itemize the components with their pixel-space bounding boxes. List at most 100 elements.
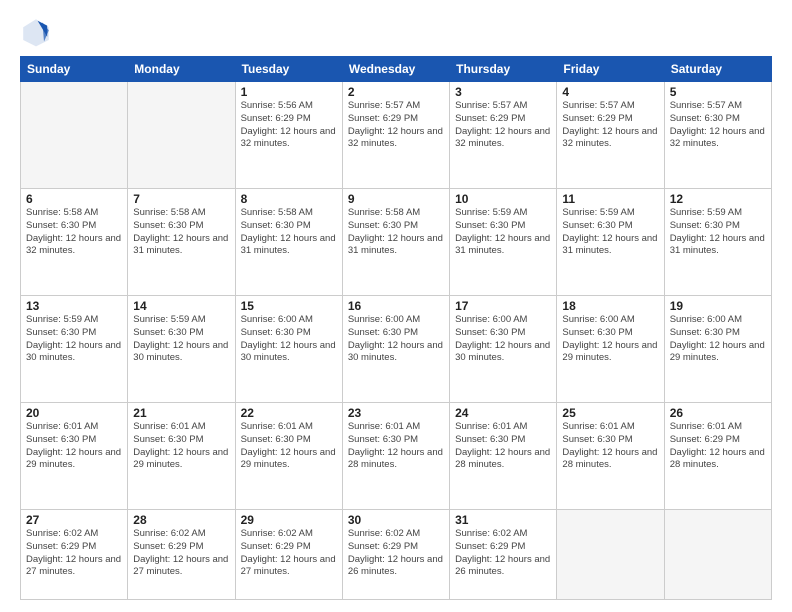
day-number: 27 (26, 513, 122, 527)
page: SundayMondayTuesdayWednesdayThursdayFrid… (0, 0, 792, 612)
calendar-cell: 1Sunrise: 5:56 AMSunset: 6:29 PMDaylight… (235, 82, 342, 189)
day-number: 9 (348, 192, 444, 206)
day-detail: Sunrise: 6:00 AMSunset: 6:30 PMDaylight:… (241, 314, 337, 365)
calendar-cell: 8Sunrise: 5:58 AMSunset: 6:30 PMDaylight… (235, 189, 342, 296)
calendar-cell: 17Sunrise: 6:00 AMSunset: 6:30 PMDayligh… (450, 296, 557, 403)
logo-icon (20, 16, 52, 48)
weekday-header-sunday: Sunday (21, 57, 128, 82)
day-number: 7 (133, 192, 229, 206)
day-detail: Sunrise: 5:57 AMSunset: 6:29 PMDaylight:… (348, 100, 444, 151)
day-number: 28 (133, 513, 229, 527)
day-number: 1 (241, 85, 337, 99)
day-number: 8 (241, 192, 337, 206)
calendar-cell: 21Sunrise: 6:01 AMSunset: 6:30 PMDayligh… (128, 403, 235, 510)
day-detail: Sunrise: 5:57 AMSunset: 6:29 PMDaylight:… (562, 100, 658, 151)
weekday-header-friday: Friday (557, 57, 664, 82)
day-number: 6 (26, 192, 122, 206)
calendar-cell: 4Sunrise: 5:57 AMSunset: 6:29 PMDaylight… (557, 82, 664, 189)
calendar-cell: 15Sunrise: 6:00 AMSunset: 6:30 PMDayligh… (235, 296, 342, 403)
calendar-cell: 25Sunrise: 6:01 AMSunset: 6:30 PMDayligh… (557, 403, 664, 510)
calendar-cell: 6Sunrise: 5:58 AMSunset: 6:30 PMDaylight… (21, 189, 128, 296)
calendar-cell: 12Sunrise: 5:59 AMSunset: 6:30 PMDayligh… (664, 189, 771, 296)
week-row-5: 27 Sunrise: 6:02 AMSunset: 6:29 PMDayligh… (21, 510, 772, 600)
week-row-4: 20Sunrise: 6:01 AMSunset: 6:30 PMDayligh… (21, 403, 772, 510)
day-detail: Sunrise: 6:00 AMSunset: 6:30 PMDaylight:… (670, 314, 766, 365)
calendar-cell: 18Sunrise: 6:00 AMSunset: 6:30 PMDayligh… (557, 296, 664, 403)
day-detail: Sunrise: 5:57 AMSunset: 6:30 PMDaylight:… (670, 100, 766, 151)
week-row-3: 13Sunrise: 5:59 AMSunset: 6:30 PMDayligh… (21, 296, 772, 403)
calendar-cell (664, 510, 771, 600)
day-detail: Sunrise: 6:01 AMSunset: 6:30 PMDaylight:… (455, 421, 551, 472)
calendar-cell: 31Sunrise: 6:02 AMSunset: 6:29 PMDayligh… (450, 510, 557, 600)
day-number: 30 (348, 513, 444, 527)
day-detail: Sunrise: 5:59 AMSunset: 6:30 PMDaylight:… (133, 314, 229, 365)
day-number: 3 (455, 85, 551, 99)
calendar-cell: 14Sunrise: 5:59 AMSunset: 6:30 PMDayligh… (128, 296, 235, 403)
calendar-cell (21, 82, 128, 189)
calendar-cell: 16Sunrise: 6:00 AMSunset: 6:30 PMDayligh… (342, 296, 449, 403)
day-detail: Sunrise: 5:59 AMSunset: 6:30 PMDaylight:… (562, 207, 658, 258)
calendar-cell: 10Sunrise: 5:59 AMSunset: 6:30 PMDayligh… (450, 189, 557, 296)
day-detail: Sunrise: 5:56 AMSunset: 6:29 PMDaylight:… (241, 100, 337, 151)
day-number: 24 (455, 406, 551, 420)
calendar-table: SundayMondayTuesdayWednesdayThursdayFrid… (20, 56, 772, 600)
calendar-cell: 22Sunrise: 6:01 AMSunset: 6:30 PMDayligh… (235, 403, 342, 510)
calendar-cell: 5Sunrise: 5:57 AMSunset: 6:30 PMDaylight… (664, 82, 771, 189)
calendar-cell (557, 510, 664, 600)
day-detail: Sunrise: 6:01 AMSunset: 6:30 PMDaylight:… (26, 421, 122, 472)
day-number: 13 (26, 299, 122, 313)
calendar-cell: 7Sunrise: 5:58 AMSunset: 6:30 PMDaylight… (128, 189, 235, 296)
day-number: 22 (241, 406, 337, 420)
week-row-1: 1Sunrise: 5:56 AMSunset: 6:29 PMDaylight… (21, 82, 772, 189)
calendar-cell: 2Sunrise: 5:57 AMSunset: 6:29 PMDaylight… (342, 82, 449, 189)
day-number: 12 (670, 192, 766, 206)
day-number: 17 (455, 299, 551, 313)
day-number: 29 (241, 513, 337, 527)
day-number: 23 (348, 406, 444, 420)
day-detail: Sunrise: 6:02 AMSunset: 6:29 PMDaylight:… (455, 528, 551, 579)
day-detail: Sunrise: 5:59 AMSunset: 6:30 PMDaylight:… (455, 207, 551, 258)
day-number: 25 (562, 406, 658, 420)
day-detail: Sunrise: 6:01 AMSunset: 6:30 PMDaylight:… (562, 421, 658, 472)
day-number: 31 (455, 513, 551, 527)
week-row-2: 6 Sunrise: 5:58 AMSunset: 6:30 PMDaylight… (21, 189, 772, 296)
day-detail: Sunrise: 6:02 AMSunset: 6:29 PMDaylight:… (133, 528, 229, 579)
day-detail: Sunrise: 5:59 AMSunset: 6:30 PMDaylight:… (670, 207, 766, 258)
day-detail: Sunrise: 6:00 AMSunset: 6:30 PMDaylight:… (562, 314, 658, 365)
day-detail: Sunrise: 6:00 AMSunset: 6:30 PMDaylight:… (348, 314, 444, 365)
calendar-cell: 11Sunrise: 5:59 AMSunset: 6:30 PMDayligh… (557, 189, 664, 296)
day-detail: Sunrise: 5:58 AMSunset: 6:30 PMDaylight:… (133, 207, 229, 258)
weekday-header-tuesday: Tuesday (235, 57, 342, 82)
calendar-cell: 30Sunrise: 6:02 AMSunset: 6:29 PMDayligh… (342, 510, 449, 600)
day-number: 19 (670, 299, 766, 313)
day-number: 18 (562, 299, 658, 313)
calendar-cell: 19Sunrise: 6:00 AMSunset: 6:30 PMDayligh… (664, 296, 771, 403)
day-number: 11 (562, 192, 658, 206)
day-detail: Sunrise: 6:01 AMSunset: 6:30 PMDaylight:… (241, 421, 337, 472)
day-number: 20 (26, 406, 122, 420)
calendar-cell: 20Sunrise: 6:01 AMSunset: 6:30 PMDayligh… (21, 403, 128, 510)
header (20, 16, 772, 48)
day-number: 16 (348, 299, 444, 313)
calendar-cell: 9Sunrise: 5:58 AMSunset: 6:30 PMDaylight… (342, 189, 449, 296)
day-number: 4 (562, 85, 658, 99)
day-number: 14 (133, 299, 229, 313)
day-detail: Sunrise: 5:57 AMSunset: 6:29 PMDaylight:… (455, 100, 551, 151)
calendar-cell: 3Sunrise: 5:57 AMSunset: 6:29 PMDaylight… (450, 82, 557, 189)
calendar-cell: 13Sunrise: 5:59 AMSunset: 6:30 PMDayligh… (21, 296, 128, 403)
day-detail: Sunrise: 6:01 AMSunset: 6:30 PMDaylight:… (348, 421, 444, 472)
calendar-cell: 24Sunrise: 6:01 AMSunset: 6:30 PMDayligh… (450, 403, 557, 510)
day-detail: Sunrise: 5:59 AMSunset: 6:30 PMDaylight:… (26, 314, 122, 365)
day-number: 2 (348, 85, 444, 99)
logo (20, 16, 56, 48)
day-detail: Sunrise: 6:02 AMSunset: 6:29 PMDaylight:… (241, 528, 337, 579)
day-number: 15 (241, 299, 337, 313)
day-number: 21 (133, 406, 229, 420)
day-number: 26 (670, 406, 766, 420)
calendar-cell: 23Sunrise: 6:01 AMSunset: 6:30 PMDayligh… (342, 403, 449, 510)
day-detail: Sunrise: 6:02 AMSunset: 6:29 PMDaylight:… (348, 528, 444, 579)
day-number: 10 (455, 192, 551, 206)
calendar-cell: 26Sunrise: 6:01 AMSunset: 6:29 PMDayligh… (664, 403, 771, 510)
day-detail: Sunrise: 6:01 AMSunset: 6:30 PMDaylight:… (133, 421, 229, 472)
calendar-cell: 28Sunrise: 6:02 AMSunset: 6:29 PMDayligh… (128, 510, 235, 600)
